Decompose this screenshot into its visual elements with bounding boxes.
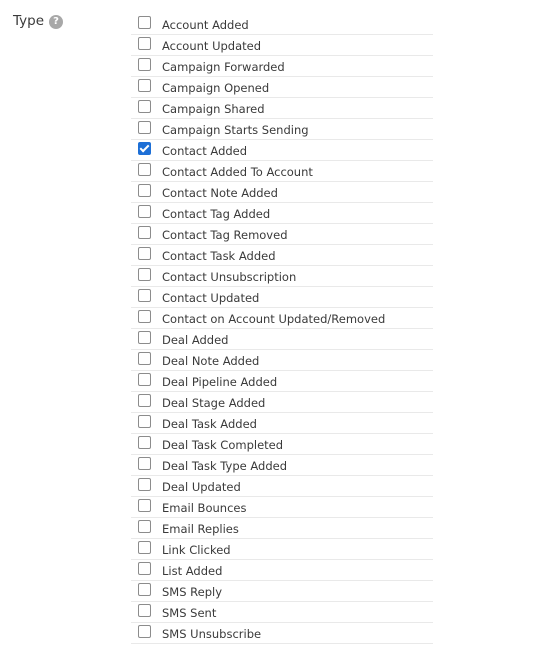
option-label[interactable]: Contact Tag Removed <box>162 228 288 242</box>
option-label[interactable]: Contact on Account Updated/Removed <box>162 312 385 326</box>
option-label[interactable]: Deal Stage Added <box>162 396 265 410</box>
type-option-row[interactable]: Deal Task Completed <box>131 434 433 455</box>
type-option-row[interactable]: Deal Task Added <box>131 413 433 434</box>
option-checkbox[interactable] <box>138 456 151 470</box>
type-option-row[interactable]: Deal Task Type Added <box>131 455 433 476</box>
option-checkbox[interactable] <box>138 78 151 92</box>
option-label[interactable]: Contact Unsubscription <box>162 270 296 284</box>
option-label[interactable]: Contact Updated <box>162 291 259 305</box>
option-label[interactable]: Campaign Forwarded <box>162 60 285 74</box>
type-option-row[interactable]: Contact Added <box>131 140 433 161</box>
option-checkbox[interactable] <box>138 624 151 638</box>
option-label[interactable]: Deal Note Added <box>162 354 259 368</box>
type-field-label: Type ? <box>13 13 64 29</box>
option-checkbox[interactable] <box>138 309 151 323</box>
option-checkbox[interactable] <box>138 246 151 260</box>
type-option-row[interactable]: SMS Unsubscribe <box>131 623 433 644</box>
option-label[interactable]: SMS Reply <box>162 585 222 599</box>
option-checkbox[interactable] <box>138 540 151 554</box>
type-option-row[interactable]: Email Bounces <box>131 497 433 518</box>
option-label[interactable]: Link Clicked <box>162 543 231 557</box>
option-label[interactable]: Deal Added <box>162 333 228 347</box>
type-option-row[interactable]: Contact Added To Account <box>131 161 433 182</box>
option-label[interactable]: SMS Unsubscribe <box>162 627 261 641</box>
option-checkbox[interactable] <box>138 561 151 575</box>
option-checkbox[interactable] <box>138 603 151 617</box>
option-label[interactable]: Contact Added To Account <box>162 165 313 179</box>
option-checkbox[interactable] <box>138 36 151 50</box>
option-checkbox[interactable] <box>138 330 151 344</box>
option-label[interactable]: Deal Updated <box>162 480 241 494</box>
option-checkbox[interactable] <box>138 15 151 29</box>
type-option-row[interactable]: SMS Sent <box>131 602 433 623</box>
option-label[interactable]: Contact Task Added <box>162 249 276 263</box>
option-label[interactable]: Deal Task Completed <box>162 438 283 452</box>
option-checkbox[interactable] <box>138 414 151 428</box>
type-option-row[interactable]: Contact Updated <box>131 287 433 308</box>
option-checkbox[interactable] <box>138 183 151 197</box>
type-option-row[interactable]: List Added <box>131 560 433 581</box>
option-label[interactable]: Deal Pipeline Added <box>162 375 277 389</box>
option-checkbox[interactable] <box>138 519 151 533</box>
option-checkbox[interactable] <box>138 435 151 449</box>
type-option-row[interactable]: Email Replies <box>131 518 433 539</box>
option-label[interactable]: Campaign Starts Sending <box>162 123 309 137</box>
type-option-row[interactable]: Account Added <box>131 14 433 35</box>
option-label[interactable]: Contact Tag Added <box>162 207 270 221</box>
help-icon[interactable]: ? <box>49 14 64 29</box>
type-option-row[interactable]: Campaign Shared <box>131 98 433 119</box>
type-option-row[interactable]: Account Updated <box>131 35 433 56</box>
option-label[interactable]: Account Added <box>162 18 249 32</box>
option-label[interactable]: Account Updated <box>162 39 261 53</box>
option-checkbox[interactable] <box>138 57 151 71</box>
option-checkbox[interactable] <box>138 99 151 113</box>
option-checkbox[interactable] <box>138 225 151 239</box>
type-option-row[interactable]: Deal Pipeline Added <box>131 371 433 392</box>
option-label[interactable]: Deal Task Added <box>162 417 257 431</box>
type-option-row[interactable]: Campaign Opened <box>131 77 433 98</box>
option-checkbox[interactable] <box>138 477 151 491</box>
option-label[interactable]: Email Bounces <box>162 501 246 515</box>
type-option-row[interactable]: Campaign Forwarded <box>131 56 433 77</box>
type-option-row[interactable]: Link Clicked <box>131 539 433 560</box>
option-label[interactable]: SMS Sent <box>162 606 216 620</box>
option-checkbox[interactable] <box>138 267 151 281</box>
option-checkbox[interactable] <box>138 162 151 176</box>
type-option-row[interactable]: Contact Unsubscription <box>131 266 433 287</box>
option-label[interactable]: Campaign Opened <box>162 81 269 95</box>
type-option-row[interactable]: Deal Updated <box>131 476 433 497</box>
option-checkbox[interactable] <box>138 288 151 302</box>
option-checkbox[interactable] <box>138 372 151 386</box>
option-checkbox[interactable] <box>138 582 151 596</box>
option-label[interactable]: Contact Note Added <box>162 186 278 200</box>
type-option-row[interactable]: Contact Note Added <box>131 182 433 203</box>
option-checkbox[interactable] <box>138 141 151 155</box>
type-options-list: Account Added Account Updated Campaign For… <box>131 14 433 644</box>
type-option-row[interactable]: SMS Reply <box>131 581 433 602</box>
type-option-row[interactable]: Contact Tag Added <box>131 203 433 224</box>
type-option-row[interactable]: Contact Task Added <box>131 245 433 266</box>
type-option-row[interactable]: Deal Note Added <box>131 350 433 371</box>
option-checkbox[interactable] <box>138 498 151 512</box>
type-option-row[interactable]: Deal Added <box>131 329 433 350</box>
option-label[interactable]: Campaign Shared <box>162 102 265 116</box>
type-option-row[interactable]: Contact on Account Updated/Removed <box>131 308 433 329</box>
option-checkbox[interactable] <box>138 351 151 365</box>
type-option-row[interactable]: Contact Tag Removed <box>131 224 433 245</box>
option-checkbox[interactable] <box>138 120 151 134</box>
option-label[interactable]: Contact Added <box>162 144 247 158</box>
option-label[interactable]: Email Replies <box>162 522 239 536</box>
option-label[interactable]: Deal Task Type Added <box>162 459 287 473</box>
type-label-text: Type <box>13 13 45 29</box>
type-option-row[interactable]: Deal Stage Added <box>131 392 433 413</box>
option-label[interactable]: List Added <box>162 564 222 578</box>
type-option-row[interactable]: Campaign Starts Sending <box>131 119 433 140</box>
option-checkbox[interactable] <box>138 393 151 407</box>
option-checkbox[interactable] <box>138 204 151 218</box>
